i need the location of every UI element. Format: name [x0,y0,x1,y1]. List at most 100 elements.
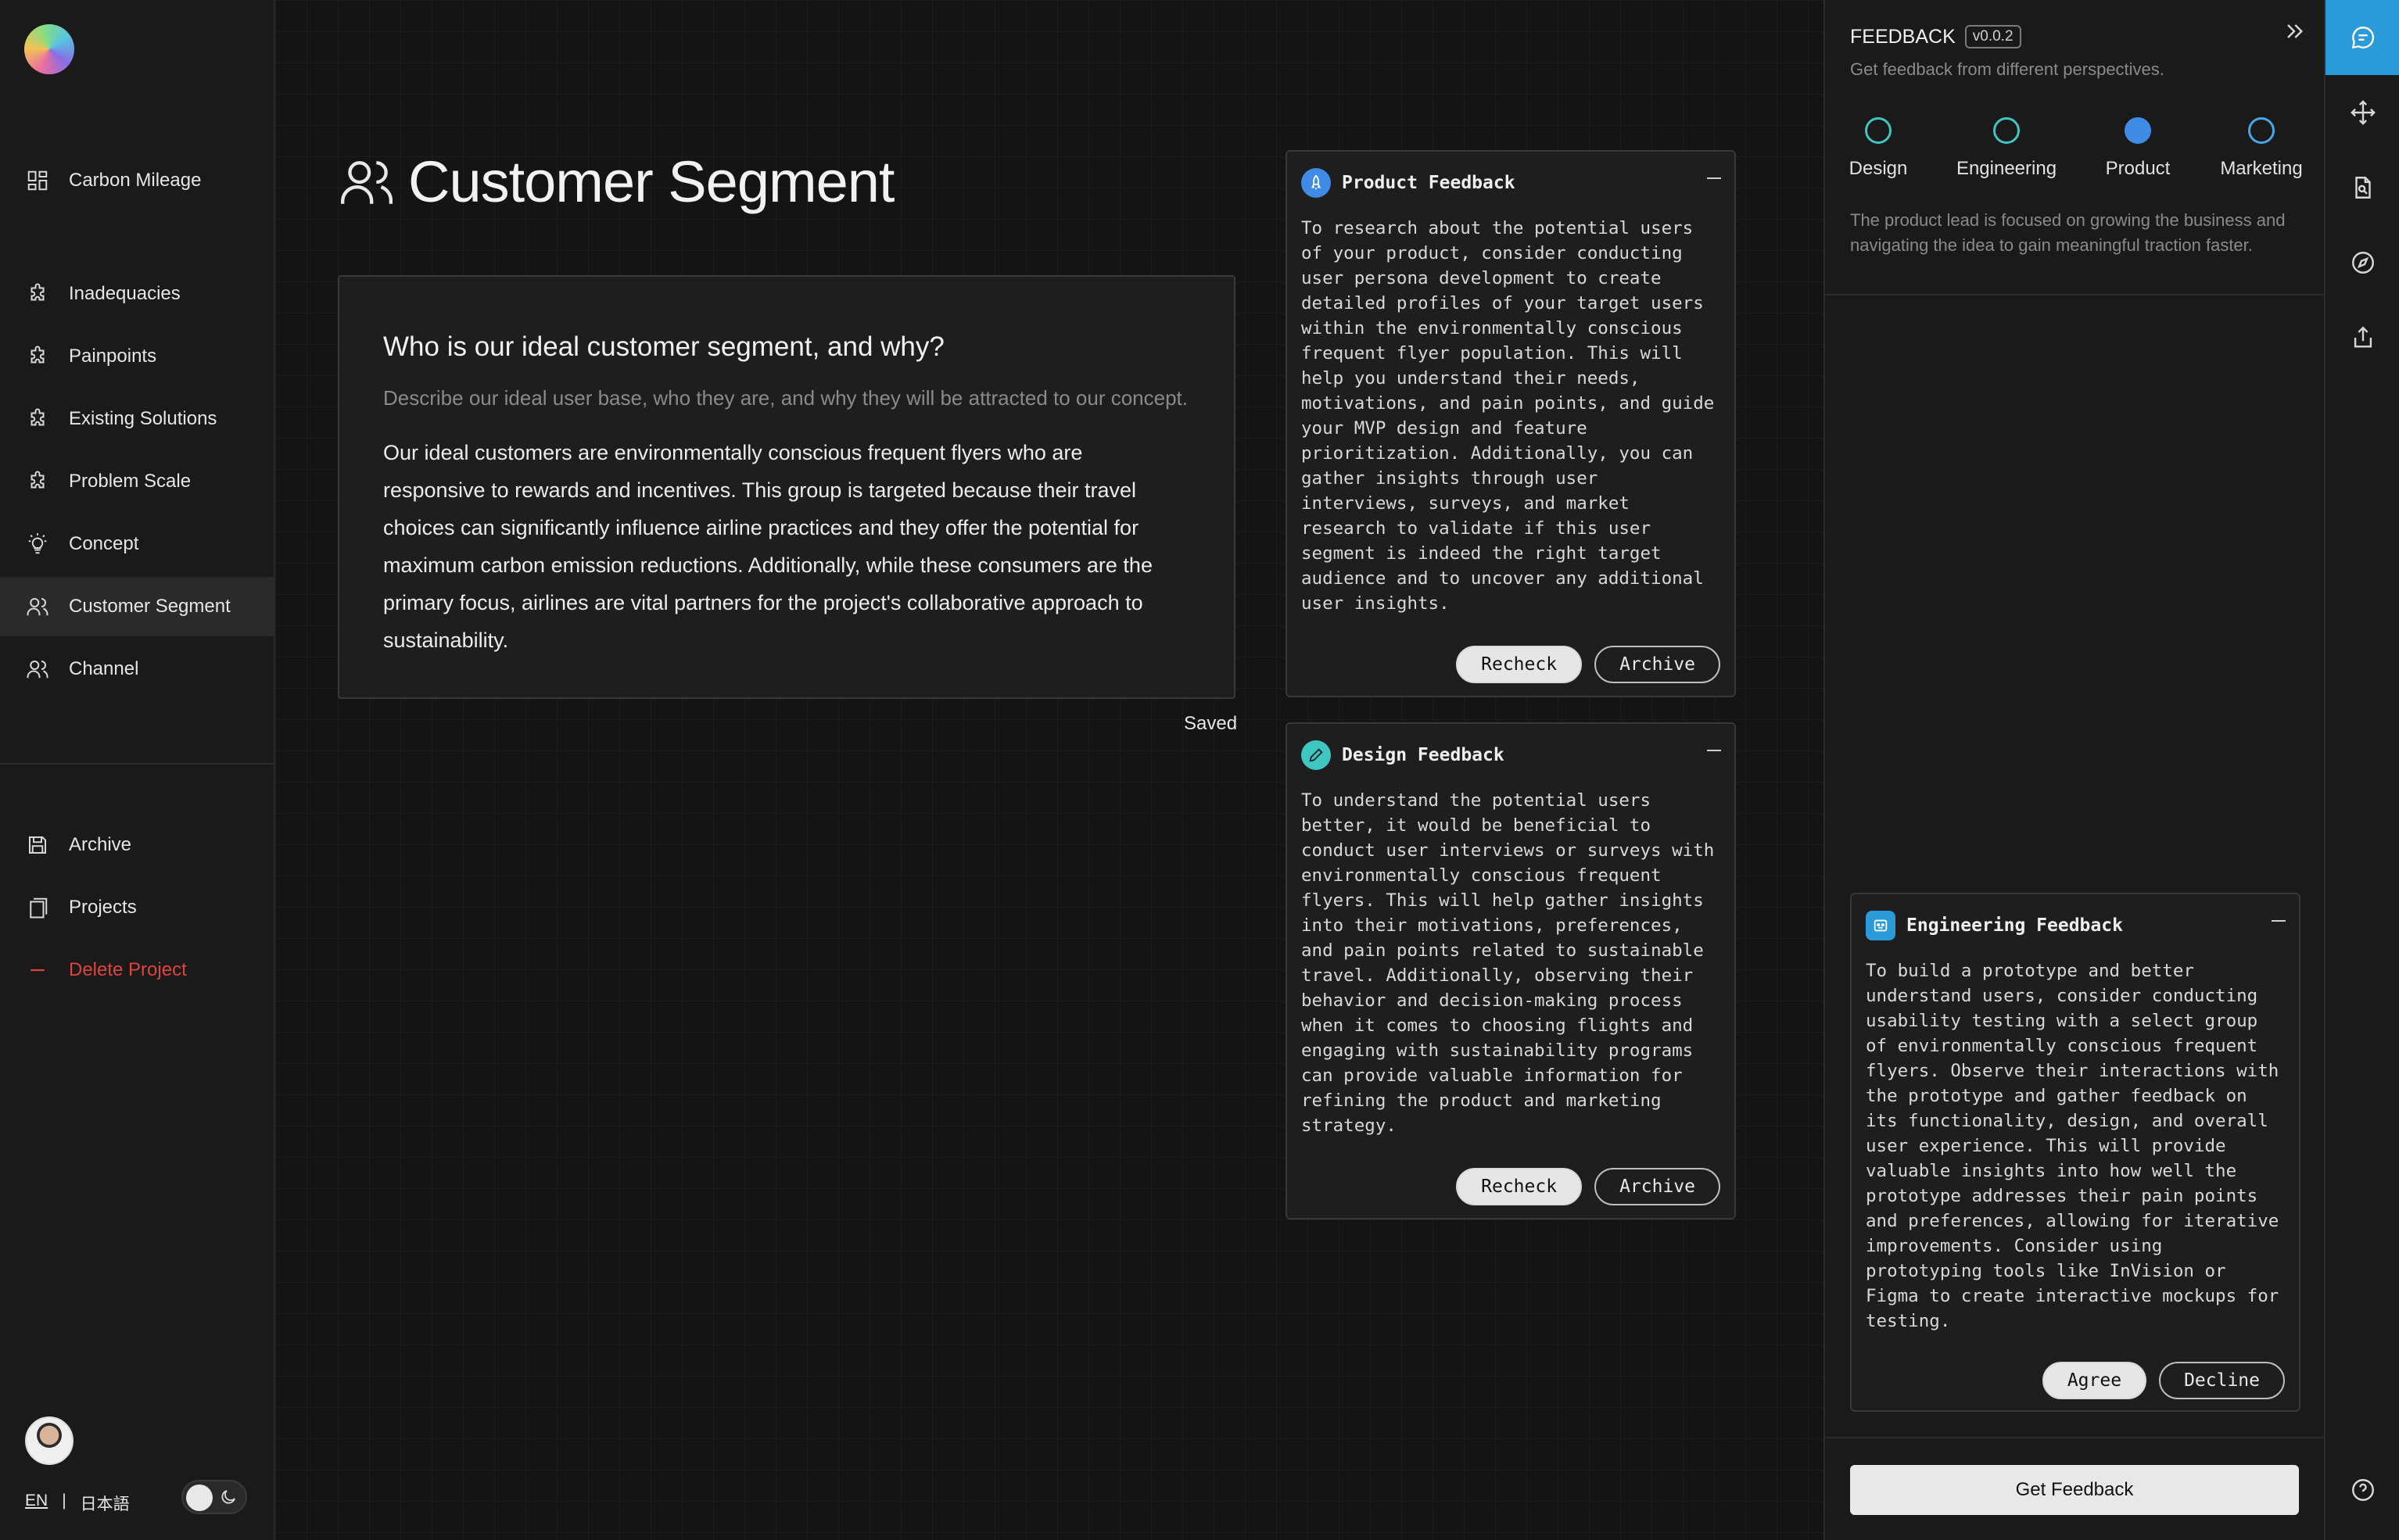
radio-dot [1865,117,1892,144]
card-title: Design Feedback [1342,745,1504,765]
chevrons-right-icon[interactable] [2282,19,2307,44]
collapse-button[interactable] [2268,910,2290,932]
archive-button[interactable]: Archive [1594,646,1720,683]
perspective-label: Product [2105,158,2171,179]
sidebar-item-label: Customer Segment [69,596,231,617]
robot-icon [1866,911,1895,940]
app-logo[interactable] [24,24,74,74]
collapse-button[interactable] [1703,167,1725,189]
perspective-label: Design [1849,158,1908,179]
sidebar-item-label: Concept [69,533,139,554]
lang-en-link[interactable]: EN [25,1492,48,1515]
question-heading: Who is our ideal customer segment, and w… [383,331,945,362]
product-feedback-card: Product Feedback To research about the p… [1286,150,1736,697]
sidebar-item-label: Problem Scale [69,471,192,492]
sidebar-item-channel[interactable]: Channel [0,639,274,699]
sidebar-item-label: Carbon Mileage [69,170,202,191]
feedback-panel: FEEDBACK v0.0.2 Get feedback from differ… [1823,0,2324,1540]
card-actions: Recheck Archive [1456,1168,1720,1205]
perspective-label: Engineering [1956,158,2057,179]
card-title: Engineering Feedback [1906,915,2123,936]
puzzle-icon [25,469,50,494]
page-title: Customer Segment [338,149,895,215]
sidebar-divider [0,763,274,765]
sidebar: Carbon Mileage Inadequacies Painpoints E… [0,0,275,1540]
feedback-text: To understand the potential users better… [1301,790,1715,1136]
puzzle-icon [25,344,50,369]
question-card[interactable]: Who is our ideal customer segment, and w… [338,275,1235,699]
copy-icon [25,895,50,920]
decline-button[interactable]: Decline [2159,1362,2285,1399]
sidebar-item-inadequacies[interactable]: Inadequacies [0,264,274,324]
sidebar-item-carbon-mileage[interactable]: Carbon Mileage [0,151,274,210]
sidebar-item-concept[interactable]: Concept [0,514,274,574]
answer-textarea[interactable]: Our ideal customers are environmentally … [383,434,1190,659]
dashboard-icon [25,168,50,193]
sidebar-item-projects[interactable]: Projects [0,878,274,937]
users-icon [341,160,393,204]
language-switcher: EN | 日本語 [25,1492,130,1515]
recheck-button[interactable]: Recheck [1456,646,1583,683]
recheck-button[interactable]: Recheck [1456,1168,1583,1205]
sidebar-item-painpoints[interactable]: Painpoints [0,327,274,386]
puzzle-icon [25,281,50,306]
card-header: Engineering Feedback [1866,908,2285,943]
perspective-label: Marketing [2220,158,2303,179]
get-feedback-button[interactable]: Get Feedback [1850,1465,2299,1515]
move-icon[interactable] [2325,75,2399,150]
perspective-design[interactable]: Design [1823,117,1933,180]
card-header: Design Feedback [1301,738,1720,772]
sidebar-item-label: Projects [69,897,137,918]
card-actions: Agree Decline [2042,1362,2285,1399]
design-feedback-card: Design Feedback To understand the potent… [1286,722,1736,1219]
document-search-icon[interactable] [2325,150,2399,225]
share-icon[interactable] [2325,300,2399,375]
saved-status: Saved [1184,713,1238,734]
sidebar-item-problem-scale[interactable]: Problem Scale [0,452,274,511]
tool-rail [2324,0,2399,1540]
collapse-button[interactable] [1703,740,1725,761]
sidebar-item-archive[interactable]: Archive [0,815,274,875]
sidebar-item-label: Painpoints [69,346,157,367]
chat-icon[interactable] [2325,0,2399,75]
help-icon[interactable] [2325,1452,2399,1527]
sidebar-item-label: Inadequacies [69,283,181,304]
puzzle-icon [25,406,50,432]
radio-dot [1993,117,2020,144]
feedback-text: To build a prototype and better understa… [1866,961,2279,1331]
lang-divider: | [62,1492,66,1510]
version-badge: v0.0.2 [1964,25,2021,48]
sidebar-item-label: Delete Project [69,959,187,980]
panel-title: FEEDBACK [1850,25,1956,48]
rocket-icon [1301,168,1331,198]
agree-button[interactable]: Agree [2042,1362,2147,1399]
panel-subtitle: Get feedback from different perspectives… [1850,59,2164,79]
lang-ja-link[interactable]: 日本語 [81,1492,130,1515]
perspective-product[interactable]: Product [2083,117,2193,180]
archive-button[interactable]: Archive [1594,1168,1720,1205]
moon-icon [221,1490,235,1504]
compass-icon[interactable] [2325,225,2399,300]
users-icon [25,657,50,682]
sidebar-item-customer-segment[interactable]: Customer Segment [0,577,274,636]
theme-toggle[interactable] [181,1480,247,1514]
perspective-marketing[interactable]: Marketing [2207,117,2316,180]
avatar[interactable] [25,1416,74,1465]
sidebar-item-label: Channel [69,658,139,679]
panel-footer-divider [1825,1437,2324,1438]
sidebar-item-existing-solutions[interactable]: Existing Solutions [0,389,274,449]
radio-dot [2248,117,2275,144]
page-title-text: Customer Segment [408,149,895,214]
perspective-engineering[interactable]: Engineering [1952,117,2061,180]
panel-header: FEEDBACK v0.0.2 [1850,25,2021,48]
card-header: Product Feedback [1301,166,1720,200]
card-title: Product Feedback [1342,173,1515,193]
toggle-knob [186,1484,213,1511]
pencil-icon [1301,740,1331,770]
card-actions: Recheck Archive [1456,646,1720,683]
question-description: Describe our ideal user base, who they a… [383,386,1189,410]
users-icon [25,594,50,619]
save-icon [25,833,50,858]
panel-divider [1825,294,2324,295]
sidebar-item-delete-project[interactable]: Delete Project [0,940,274,1000]
